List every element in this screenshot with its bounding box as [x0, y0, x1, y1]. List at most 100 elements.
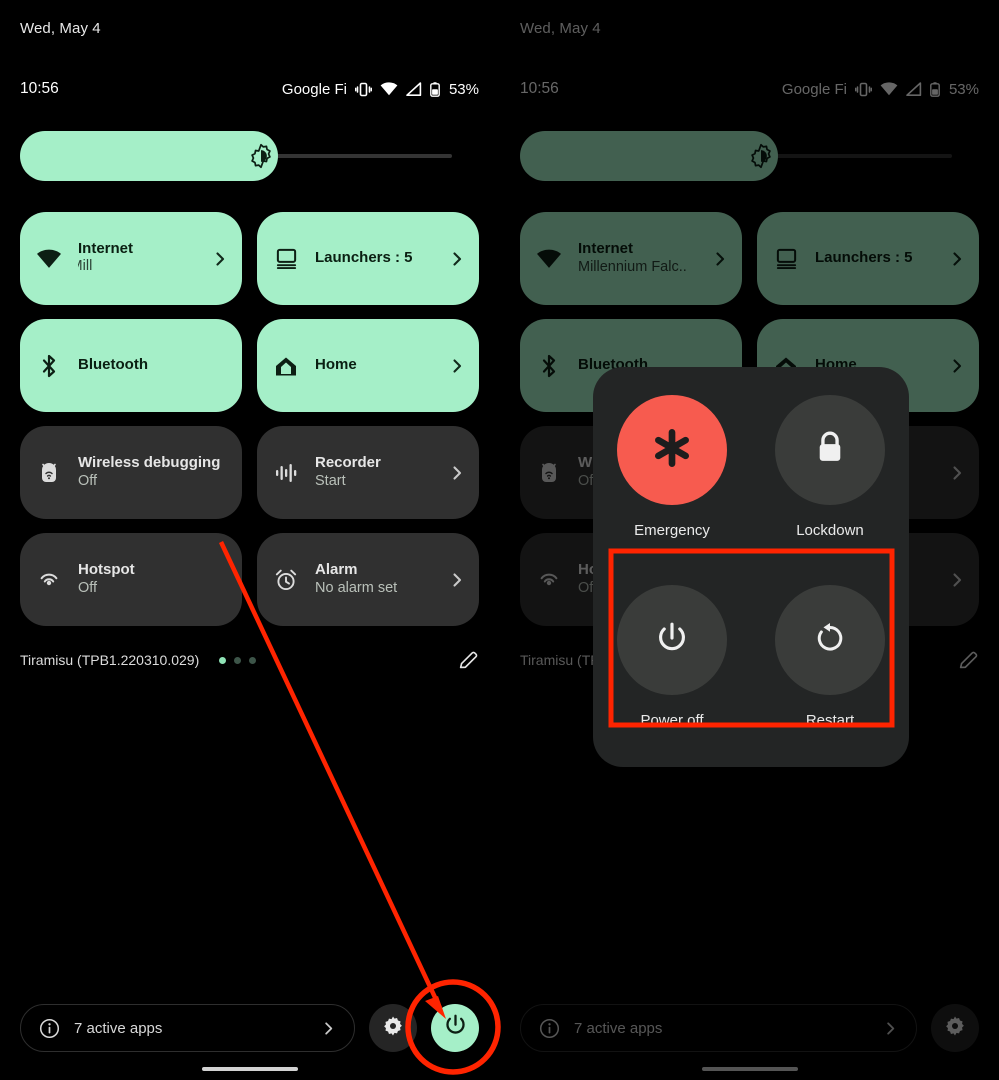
tile-bluetooth[interactable]: Bluetooth: [20, 319, 242, 412]
wifi-icon: [380, 82, 398, 96]
tile-title: Internet: [578, 239, 634, 257]
restart-button[interactable]: [775, 585, 885, 695]
pencil-icon[interactable]: [957, 649, 979, 671]
power-menu-item-emergency[interactable]: Emergency: [593, 381, 751, 571]
tile-row: Bluetooth Home: [20, 319, 479, 412]
info-icon: [39, 1018, 60, 1039]
tile-hotspot[interactable]: Hotspot Off: [20, 533, 242, 626]
chevron-right-icon: [949, 358, 965, 374]
quick-settings-tiles: Internet Falcon Mill: [20, 212, 479, 640]
bottom-bar: 7 active apps: [20, 1002, 479, 1054]
power-menu-label: Lockdown: [796, 522, 864, 539]
info-icon: [539, 1018, 560, 1039]
waveform-icon: [273, 460, 299, 486]
brightness-icon: [748, 143, 774, 169]
wifi-icon: [536, 246, 562, 272]
pencil-icon[interactable]: [457, 649, 479, 671]
bluetooth-icon: [536, 353, 562, 379]
power-menu-item-power-off[interactable]: Power off: [593, 571, 751, 761]
active-apps-button[interactable]: 7 active apps: [520, 1004, 917, 1052]
bottom-bar: 7 active apps: [520, 1002, 979, 1054]
power-off-button[interactable]: [617, 585, 727, 695]
tile-row: Hotspot Off Alarm No alarm set: [20, 533, 479, 626]
power-menu-grid: Emergency Lockdown Power off Restart: [593, 381, 909, 761]
navigation-pill: [701, 1067, 798, 1071]
wifi-icon: [36, 246, 62, 272]
page-dot[interactable]: [219, 656, 227, 664]
tile-internet[interactable]: Internet Millennium Falc..: [520, 212, 742, 305]
page-indicator[interactable]: [219, 656, 257, 664]
build-footer: Tiramisu (TPB1.220310.029): [20, 648, 479, 672]
power-button[interactable]: [431, 1004, 479, 1052]
active-apps-label: 7 active apps: [574, 1019, 663, 1037]
chevron-right-icon: [449, 251, 465, 267]
cell-signal-icon: [406, 82, 422, 96]
tile-alarm[interactable]: Alarm No alarm set: [257, 533, 479, 626]
chevron-right-icon: [949, 251, 965, 267]
brightness-slider[interactable]: [20, 131, 452, 181]
quick-settings-panel-left: Wed, May 4 10:56 Google Fi 53% Internet …: [0, 0, 499, 1080]
tile-title: Internet: [78, 239, 134, 257]
vibrate-icon: [854, 82, 872, 97]
power-menu-item-lockdown[interactable]: Lockdown: [751, 381, 909, 571]
hotspot-icon: [36, 567, 62, 593]
brightness-fill: [520, 131, 778, 181]
tile-launchers[interactable]: Launchers : 5: [257, 212, 479, 305]
tile-row: Internet Millennium Falc.. Launchers : 5: [520, 212, 979, 305]
tile-row: Internet Falcon Mill: [20, 212, 479, 305]
tile-title: Launchers : 5: [815, 249, 913, 267]
brightness-slider[interactable]: [520, 131, 952, 181]
settings-button[interactable]: [931, 1004, 979, 1052]
lockdown-button[interactable]: [775, 395, 885, 505]
bluetooth-icon: [36, 353, 62, 379]
tile-recorder[interactable]: Recorder Start: [257, 426, 479, 519]
hotspot-icon: [536, 567, 562, 593]
tile-wireless-debugging[interactable]: Wireless debugging Off: [20, 426, 242, 519]
lock-icon: [814, 430, 846, 471]
tile-subtitle: Falcon Mill: [78, 258, 93, 275]
page-dot[interactable]: [249, 656, 257, 664]
battery-icon: [430, 81, 440, 97]
restart-icon: [813, 621, 847, 660]
tile-internet[interactable]: Internet Falcon Mill: [20, 212, 242, 305]
tile-title: Recorder: [315, 453, 381, 471]
tile-home[interactable]: Home: [257, 319, 479, 412]
emergency-button[interactable]: [617, 395, 727, 505]
tile-subtitle-marquee: Falcon Mill: [78, 258, 228, 277]
power-menu-dialog: Emergency Lockdown Power off Restart: [593, 367, 909, 767]
chevron-right-icon: [883, 1021, 898, 1036]
tile-title: Home: [315, 356, 357, 374]
carrier-label: Google Fi: [781, 80, 847, 98]
android-bug-icon: [36, 460, 62, 486]
screenshot-root: Wed, May 4 10:56 Google Fi 53% Internet …: [0, 0, 999, 1080]
battery-percent: 53%: [948, 80, 979, 98]
status-clock: 10:56: [20, 80, 59, 97]
settings-button[interactable]: [369, 1004, 417, 1052]
chevron-right-icon: [712, 251, 728, 267]
date-label: Wed, May 4: [20, 20, 101, 37]
status-clock: 10:56: [520, 80, 559, 97]
power-icon: [443, 1013, 468, 1043]
brightness-icon: [248, 143, 274, 169]
power-menu-label: Emergency: [634, 522, 710, 539]
chevron-right-icon: [212, 251, 228, 267]
chevron-right-icon: [949, 572, 965, 588]
asterisk-icon: [652, 428, 692, 473]
home-icon: [273, 353, 299, 379]
wifi-icon: [880, 82, 898, 96]
gear-icon: [944, 1015, 966, 1042]
carrier-label: Google Fi: [281, 80, 347, 98]
tile-title: Launchers : 5: [315, 249, 413, 267]
active-apps-button[interactable]: 7 active apps: [20, 1004, 355, 1052]
tile-title: Hotspot: [78, 560, 135, 578]
tile-subtitle: Start: [315, 473, 346, 490]
android-bug-icon: [536, 460, 562, 486]
gear-icon: [382, 1015, 404, 1042]
power-menu-item-restart[interactable]: Restart: [751, 571, 909, 761]
battery-percent: 53%: [448, 80, 479, 98]
tile-launchers[interactable]: Launchers : 5: [757, 212, 979, 305]
page-dot[interactable]: [234, 656, 242, 664]
battery-icon: [930, 81, 940, 97]
tile-subtitle: No alarm set: [315, 580, 398, 597]
navigation-pill: [201, 1067, 298, 1071]
